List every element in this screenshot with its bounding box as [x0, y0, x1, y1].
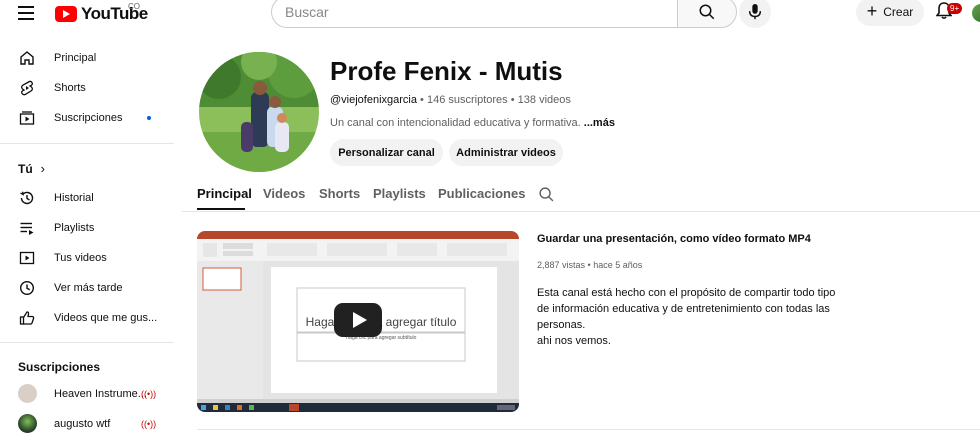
account-avatar[interactable] [972, 4, 980, 22]
description-line: de información educativa y de entretenim… [537, 303, 830, 315]
notifications-badge: 9+ [947, 3, 963, 14]
channel-description-text: Un canal con intencionalidad educativa y… [330, 117, 581, 129]
upload-age: hace 5 años [593, 260, 643, 270]
sidebar-item-label: Historial [54, 192, 94, 204]
chevron-right-icon: › [40, 161, 46, 176]
subscriptions-heading-label: Suscripciones [18, 360, 101, 374]
channel-search-button[interactable] [538, 186, 556, 204]
channel-avatar [18, 384, 37, 403]
sidebar-subscription-item[interactable]: augusto wtf ((•)) [0, 409, 175, 438]
description-line: personas. [537, 319, 586, 331]
voice-search-button[interactable] [739, 0, 771, 28]
meta-separator: • [507, 94, 518, 106]
create-button[interactable]: + Crear [856, 0, 924, 26]
like-icon [18, 309, 36, 327]
sidebar-item-playlists[interactable]: Playlists [0, 213, 175, 243]
customize-channel-button[interactable]: Personalizar canal [330, 139, 443, 166]
search-button[interactable] [677, 0, 737, 28]
sidebar-item-shorts[interactable]: Shorts [0, 73, 175, 103]
microphone-icon [748, 4, 762, 20]
featured-video-meta: 2,887 vistas • hace 5 años [537, 260, 642, 270]
meta-separator: • [417, 94, 427, 106]
menu-icon[interactable] [14, 2, 38, 24]
featured-video-description: Esta canal está hecho con el propósito d… [537, 285, 857, 349]
your-videos-icon [18, 249, 36, 267]
manage-videos-button[interactable]: Administrar videos [449, 139, 563, 166]
new-content-dot [147, 116, 151, 120]
search-placeholder: Buscar [285, 4, 329, 20]
sidebar-item-label: Suscripciones [54, 112, 123, 124]
sidebar-divider [0, 143, 174, 144]
watch-later-icon [18, 279, 36, 297]
sidebar-item-label: Shorts [54, 82, 86, 94]
sidebar-item-suscripciones[interactable]: Suscripciones [0, 103, 175, 133]
video-count: 138 videos [517, 94, 571, 106]
home-icon [18, 49, 36, 67]
tab-shorts[interactable]: Shorts [319, 186, 360, 201]
sidebar-item-ver-mas-tarde[interactable]: Ver más tarde [0, 273, 175, 303]
sidebar-item-label: Tus videos [54, 252, 107, 264]
shorts-icon [18, 79, 36, 97]
sidebar-item-videos-que-me-gustan[interactable]: Videos que me gus... [0, 303, 175, 333]
search-icon [699, 4, 715, 20]
meta-separator: • [585, 260, 594, 270]
sidebar-item-label: Ver más tarde [54, 282, 123, 294]
plus-icon: + [866, 1, 878, 21]
tab-playlists[interactable]: Playlists [373, 186, 426, 201]
tab-principal[interactable]: Principal [197, 186, 252, 201]
you-section-heading[interactable]: Tú › [18, 161, 45, 176]
tab-videos[interactable]: Videos [263, 186, 305, 201]
live-broadcast-icon: ((•)) [141, 389, 157, 399]
search-icon [539, 187, 554, 202]
view-count: 2,887 vistas [537, 260, 586, 270]
play-icon [353, 312, 367, 328]
tab-publicaciones[interactable]: Publicaciones [438, 186, 525, 201]
youtube-play-icon [55, 6, 77, 22]
sidebar-item-tus-videos[interactable]: Tus videos [0, 243, 175, 273]
sidebar-item-historial[interactable]: Historial [0, 183, 175, 213]
sidebar-item-label: Videos que me gus... [54, 312, 158, 324]
search-input[interactable]: Buscar [271, 0, 677, 28]
featured-video-title[interactable]: Guardar una presentación, como vídeo for… [537, 233, 811, 245]
featured-video-thumbnail[interactable]: Haga clic para agregar título Haga clic … [197, 231, 519, 412]
sidebar-item-label: Playlists [54, 222, 95, 234]
sidebar-item-principal[interactable]: Principal [0, 43, 175, 73]
subscriber-count: 146 suscriptores [426, 94, 508, 106]
channel-handle: @viejofenixgarcia [330, 94, 417, 106]
playlists-icon [18, 219, 36, 237]
tabs-divider [182, 211, 980, 212]
channel-avatar [18, 414, 37, 433]
channel-avatar-large[interactable] [199, 52, 319, 172]
active-tab-indicator [197, 208, 245, 210]
channel-title: Profe Fenix - Mutis [330, 56, 563, 86]
create-label: Crear [883, 5, 914, 19]
description-line: Esta canal está hecho con el propósito d… [537, 287, 836, 299]
sidebar-subscription-item[interactable]: Heaven Instrume... ((•)) [0, 379, 175, 409]
history-icon [18, 189, 36, 207]
subscription-label: augusto wtf [54, 418, 111, 430]
section-divider [197, 429, 980, 430]
country-code: CO [128, 2, 140, 11]
channel-meta: @viejofenixgarcia • 146 suscriptores • 1… [330, 94, 571, 106]
description-line: ahi nos vemos. [537, 335, 611, 347]
subscription-label: Heaven Instrume... [54, 388, 147, 400]
subscriptions-icon [18, 109, 36, 127]
subscriptions-section-heading: Suscripciones [18, 360, 100, 374]
sidebar-divider [0, 342, 174, 343]
play-button[interactable] [334, 303, 382, 337]
live-broadcast-icon: ((•)) [141, 419, 157, 429]
sidebar-item-label: Principal [54, 52, 97, 64]
top-bar: YouTube CO Buscar + Crear 9+ [0, 0, 980, 28]
channel-description[interactable]: Un canal con intencionalidad educativa y… [330, 117, 615, 129]
more-link[interactable]: ...más [584, 117, 615, 129]
you-heading-label: Tú [18, 161, 33, 176]
